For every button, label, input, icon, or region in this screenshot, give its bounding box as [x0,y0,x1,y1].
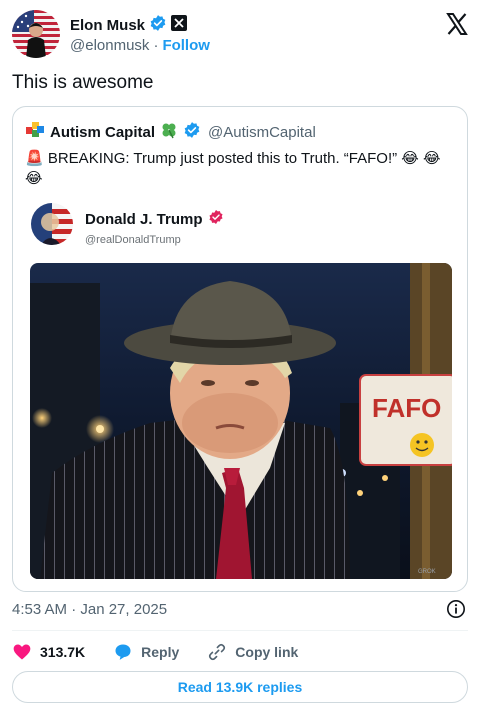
clover-icon [160,121,178,143]
quote-handle[interactable]: @AutismCapital [208,124,316,141]
puzzle-icon [25,121,45,143]
embedded-photo[interactable]: FAFO GROK [30,263,452,579]
tweet-timestamp[interactable]: 4:53 AM · Jan 27, 2025 [12,601,167,618]
like-button[interactable]: 313.7K [12,642,85,662]
link-icon [209,643,226,661]
divider [12,630,468,631]
reply-bubble-icon [115,644,131,660]
photo-watermark: GROK [418,569,436,575]
x-affiliate-badge-icon [171,15,188,36]
red-verified-badge-icon [208,209,224,230]
embedded-handle: @realDonaldTrump [85,234,181,246]
author-handle[interactable]: @elonmusk [70,37,149,54]
author-display-name[interactable]: Elon Musk [70,17,145,34]
tweet-header: Elon Musk @elonmusk · Follow [12,10,469,60]
action-bar: 313.7K Reply Copy link [12,638,468,666]
x-logo-icon[interactable] [445,12,469,36]
handle-separator: · [153,37,159,54]
info-icon[interactable] [446,599,466,619]
heart-icon [13,644,31,660]
avatar[interactable] [12,10,60,58]
author-handle-row: @elonmusk · Follow [70,37,210,54]
quote-text: 🚨 BREAKING: Trump just posted this to Tr… [25,150,441,187]
reply-button[interactable]: Reply [113,642,179,662]
quoted-tweet-card[interactable]: Autism Capital @AutismCapital 🚨 BREAKING… [12,106,468,592]
tweet-text: This is awesome [12,72,154,93]
copy-link-button[interactable]: Copy link [207,642,298,662]
embedded-display-name: Donald J. Trump [85,211,203,228]
verified-badge-icon [183,121,201,143]
read-replies-button[interactable]: Read 13.9K replies [12,671,468,703]
reply-label: Reply [141,644,180,660]
quote-display-name[interactable]: Autism Capital [50,124,155,141]
embedded-name-row: Donald J. Trump [85,209,224,230]
copy-link-label: Copy link [235,644,299,660]
like-count: 313.7K [40,644,86,660]
quote-author-row: Autism Capital @AutismCapital [25,121,316,143]
author-name-row: Elon Musk [70,14,188,37]
verified-badge-icon [149,14,167,37]
sign-text: FAFO [372,393,441,423]
embedded-avatar [31,203,73,245]
follow-button[interactable]: Follow [162,37,210,54]
